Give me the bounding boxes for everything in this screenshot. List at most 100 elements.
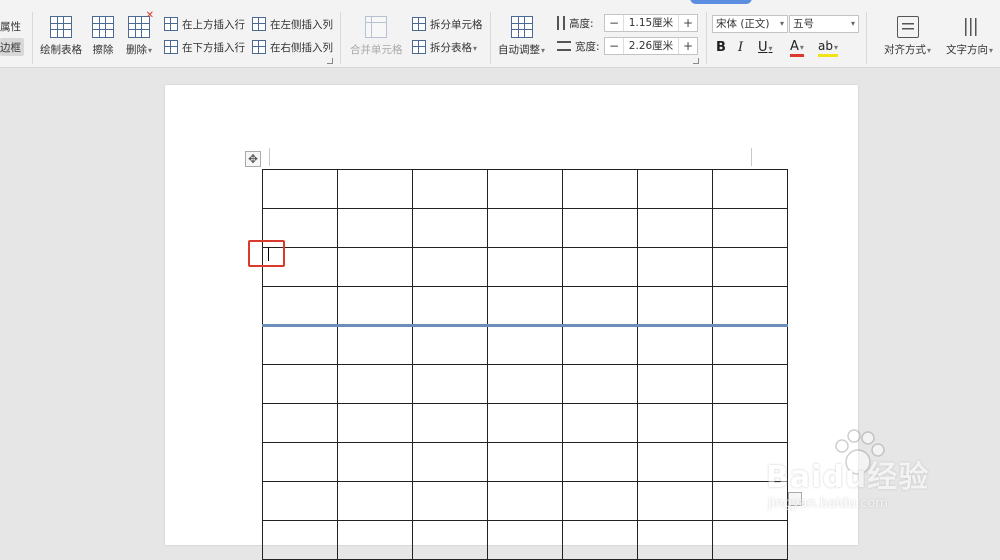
table-cell[interactable] <box>487 481 563 521</box>
table-cell[interactable] <box>637 208 713 248</box>
table-cell[interactable] <box>562 247 638 287</box>
table-cell[interactable] <box>712 169 788 209</box>
increase-width-button[interactable]: + <box>679 39 697 53</box>
table-cell[interactable] <box>337 247 413 287</box>
text-direction-button[interactable]: 文字方向▾ <box>946 16 993 57</box>
row-height-input[interactable]: 1.15厘米 <box>623 15 679 31</box>
decrease-width-button[interactable]: − <box>605 39 623 53</box>
table-cell[interactable] <box>412 286 488 327</box>
erase-button[interactable]: 擦除 <box>92 16 114 57</box>
active-tab-table-tools[interactable] <box>690 0 752 4</box>
auto-fit-button[interactable]: 自动调整▾ <box>498 16 545 57</box>
table-cell[interactable] <box>637 169 713 209</box>
col-width-input[interactable]: 2.26厘米 <box>623 38 679 54</box>
split-table-button[interactable]: 拆分表格▾ <box>412 38 477 56</box>
increase-height-button[interactable]: + <box>679 16 697 30</box>
border-button[interactable]: 边框 <box>0 38 24 56</box>
table-cell[interactable] <box>487 520 563 560</box>
decrease-height-button[interactable]: − <box>605 16 623 30</box>
table-cell[interactable] <box>412 247 488 287</box>
document-page[interactable]: ✥ <box>165 85 858 560</box>
table-cell[interactable] <box>562 442 638 482</box>
table-cell[interactable] <box>262 442 338 482</box>
font-name-select[interactable]: 宋体 (正文) ▾ <box>712 15 788 33</box>
table-cell[interactable] <box>562 169 638 209</box>
draw-table-button[interactable]: 绘制表格 <box>40 16 82 57</box>
underline-button[interactable]: U▾ <box>758 40 773 55</box>
table-cell[interactable] <box>637 247 713 287</box>
document-table[interactable] <box>262 169 788 560</box>
insert-row-above-button[interactable]: 在上方插入行 <box>164 15 245 33</box>
table-cell[interactable] <box>262 364 338 404</box>
table-cell[interactable] <box>337 364 413 404</box>
table-cell[interactable] <box>637 481 713 521</box>
table-cell[interactable] <box>487 169 563 209</box>
table-cell[interactable] <box>337 481 413 521</box>
table-cell[interactable] <box>412 520 488 560</box>
table-cell[interactable] <box>712 520 788 560</box>
table-cell[interactable] <box>562 208 638 248</box>
table-cell[interactable] <box>412 364 488 404</box>
bold-button[interactable]: B <box>716 40 726 55</box>
table-cell[interactable] <box>337 403 413 443</box>
insert-col-left-button[interactable]: 在左侧插入列 <box>252 15 333 33</box>
split-cells-button[interactable]: 拆分单元格 <box>412 15 483 33</box>
table-cell[interactable] <box>262 169 338 209</box>
table-cell[interactable] <box>637 520 713 560</box>
table-cell[interactable] <box>712 286 788 327</box>
table-cell[interactable] <box>712 325 788 365</box>
table-cell[interactable] <box>562 520 638 560</box>
table-cell[interactable] <box>637 286 713 327</box>
table-cell[interactable] <box>337 286 413 327</box>
insert-row-below-button[interactable]: 在下方插入行 <box>164 38 245 56</box>
table-cell[interactable] <box>337 208 413 248</box>
table-cell[interactable] <box>487 364 563 404</box>
table-cell[interactable] <box>337 169 413 209</box>
table-cell[interactable] <box>412 442 488 482</box>
table-cell[interactable] <box>562 364 638 404</box>
table-cell[interactable] <box>262 325 338 365</box>
table-cell[interactable] <box>637 364 713 404</box>
table-cell[interactable] <box>562 481 638 521</box>
table-grid[interactable] <box>262 169 788 560</box>
table-cell[interactable] <box>412 325 488 365</box>
table-cell[interactable] <box>337 520 413 560</box>
table-cell[interactable] <box>712 208 788 248</box>
align-button[interactable]: 对齐方式▾ <box>884 16 931 57</box>
table-cell[interactable] <box>487 403 563 443</box>
highlight-button[interactable]: ab▾ <box>818 40 838 57</box>
col-width-spinner[interactable]: − 2.26厘米 + <box>604 37 698 55</box>
table-cell[interactable] <box>712 364 788 404</box>
table-cell[interactable] <box>412 169 488 209</box>
delete-button[interactable]: ✕ 删除▾ <box>126 10 154 57</box>
table-cell[interactable] <box>262 481 338 521</box>
table-cell[interactable] <box>412 481 488 521</box>
table-cell[interactable] <box>562 403 638 443</box>
insert-col-right-button[interactable]: 在右侧插入列 <box>252 38 333 56</box>
table-cell[interactable] <box>487 442 563 482</box>
table-cell[interactable] <box>487 208 563 248</box>
table-cell[interactable] <box>637 442 713 482</box>
font-color-button[interactable]: A▾ <box>790 40 804 57</box>
table-cell[interactable] <box>262 403 338 443</box>
table-cell[interactable] <box>487 286 563 327</box>
font-size-select[interactable]: 五号 ▾ <box>789 15 859 33</box>
table-cell[interactable] <box>262 520 338 560</box>
table-cell[interactable] <box>262 286 338 327</box>
table-move-handle-icon[interactable]: ✥ <box>245 151 261 167</box>
table-cell[interactable] <box>712 247 788 287</box>
table-cell[interactable] <box>337 325 413 365</box>
merge-cells-button[interactable]: 合并单元格 <box>350 16 403 57</box>
table-cell[interactable] <box>562 325 638 365</box>
table-cell[interactable] <box>637 403 713 443</box>
dialog-launcher-icon[interactable] <box>693 58 699 64</box>
table-cell[interactable] <box>337 442 413 482</box>
table-properties-button[interactable]: 属性 <box>0 17 21 35</box>
table-cell[interactable] <box>487 247 563 287</box>
table-cell[interactable] <box>412 403 488 443</box>
row-height-spinner[interactable]: − 1.15厘米 + <box>604 14 698 32</box>
table-cell[interactable] <box>487 325 563 365</box>
table-cell[interactable] <box>412 208 488 248</box>
italic-button[interactable]: I <box>738 40 743 55</box>
table-cell[interactable] <box>637 325 713 365</box>
